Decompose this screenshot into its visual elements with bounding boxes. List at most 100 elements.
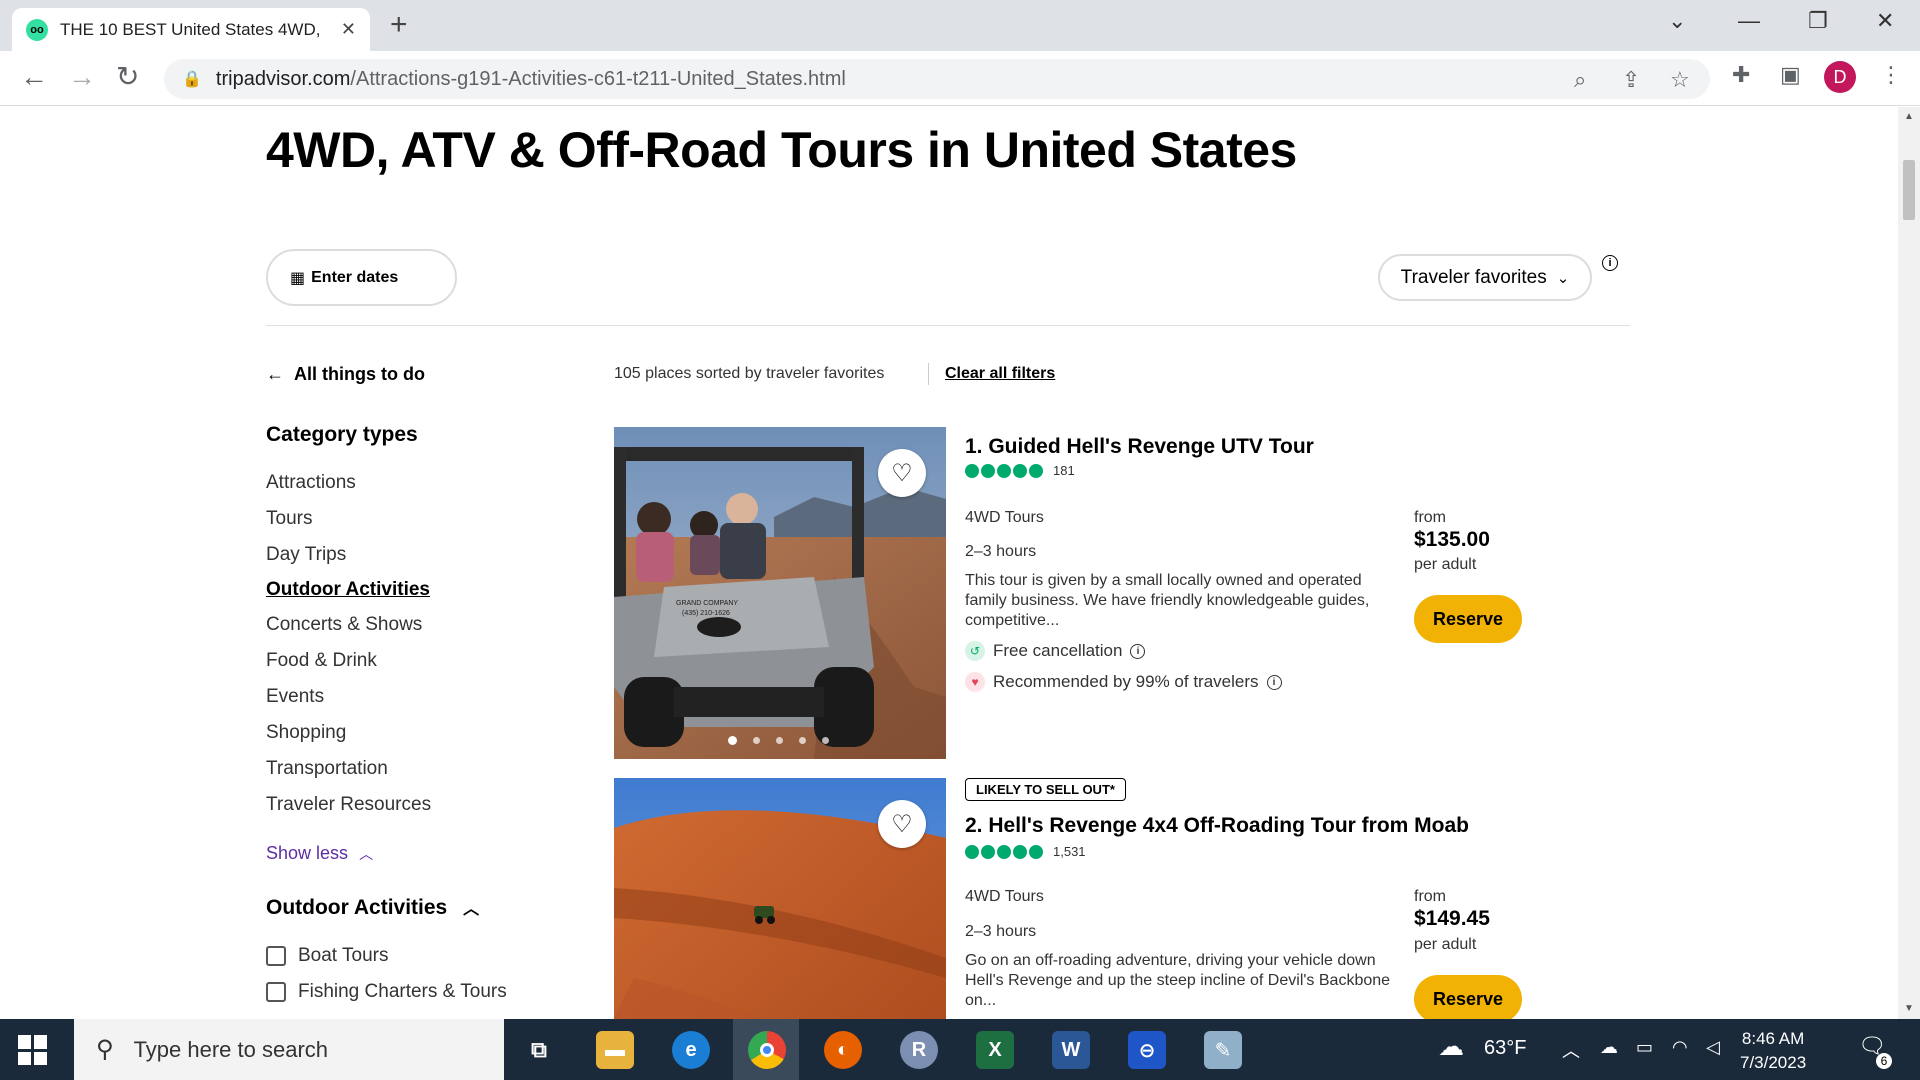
windows-start-icon[interactable]	[18, 1035, 48, 1065]
filter-checkbox-boat-tours[interactable]: Boat Tours	[266, 945, 388, 967]
save-heart-icon[interactable]: ♡	[878, 449, 926, 497]
photo-carousel-dots[interactable]	[728, 736, 829, 745]
category-day-trips[interactable]: Day Trips	[266, 544, 346, 566]
info-icon[interactable]: i	[1130, 643, 1146, 659]
rating-bubbles[interactable]: 1,531	[965, 844, 1086, 859]
tab-search-chevron-icon[interactable]: ⌄	[1668, 8, 1686, 34]
close-tab-icon[interactable]: ✕	[341, 19, 356, 40]
zoom-icon[interactable]: ⌕	[1574, 67, 1586, 93]
recommended-percentage: ♥ Recommended by 99% of travelers i	[965, 672, 1282, 692]
file-explorer-icon[interactable]: ▬	[596, 1031, 634, 1069]
review-count: 1,531	[1053, 844, 1086, 859]
volume-icon[interactable]: ◁	[1706, 1037, 1720, 1058]
browser-menu-icon[interactable]: ⋮	[1880, 62, 1902, 88]
battery-icon[interactable]: ▭	[1636, 1037, 1653, 1058]
category-food-drink[interactable]: Food & Drink	[266, 650, 377, 672]
listing-card[interactable]: ♡ LIKELY TO SELL OUT* 2. Hell's Revenge …	[614, 778, 1634, 1019]
profile-avatar[interactable]: D	[1824, 61, 1856, 93]
category-attractions[interactable]: Attractions	[266, 472, 356, 494]
sort-dropdown[interactable]: Traveler favorites ⌄	[1378, 254, 1592, 301]
category-tours[interactable]: Tours	[266, 508, 312, 530]
page-scrollbar[interactable]: ▲ ▼	[1898, 107, 1920, 1019]
svg-text:GRAND COMPANY: GRAND COMPANY	[676, 600, 738, 607]
category-transportation[interactable]: Transportation	[266, 758, 388, 780]
checkbox[interactable]	[266, 946, 286, 966]
notification-count-badge: 6	[1876, 1053, 1892, 1069]
system-clock[interactable]: 8:46 AM 7/3/2023	[1740, 1027, 1806, 1075]
listing-photo-offroad[interactable]: ♡	[614, 778, 946, 1019]
weather-cloud-icon[interactable]: ☁	[1438, 1031, 1464, 1062]
bookmark-star-icon[interactable]: ☆	[1670, 67, 1690, 93]
weather-temperature[interactable]: 63°F	[1484, 1037, 1526, 1060]
listing-photo-utv[interactable]: GRAND COMPANY (435) 210-1626 ♡	[614, 427, 946, 759]
windows-taskbar: ⚲ Type here to search ⧉ ▬ e ◐ R X W ⊖ ✎ …	[0, 1019, 1920, 1080]
reload-icon[interactable]: ↻	[116, 62, 139, 92]
search-icon: ⚲	[96, 1036, 114, 1063]
price-from-label: from	[1414, 888, 1446, 905]
clear-all-filters-link[interactable]: Clear all filters	[945, 365, 1055, 383]
chrome-browser-icon[interactable]	[748, 1031, 786, 1069]
taskbar-search-box[interactable]: ⚲ Type here to search	[74, 1019, 504, 1080]
r-app-icon[interactable]: R	[900, 1031, 938, 1069]
task-view-icon[interactable]: ⧉	[520, 1031, 558, 1069]
listing-duration: 2–3 hours	[965, 543, 1037, 560]
outdoor-activities-filter-heading[interactable]: Outdoor Activities ︿	[266, 895, 479, 920]
save-heart-icon[interactable]: ♡	[878, 800, 926, 848]
calendar-icon: ▦	[290, 269, 306, 287]
side-panel-icon[interactable]: ▣	[1780, 62, 1801, 88]
filter-checkbox-fishing-charters[interactable]: Fishing Charters & Tours	[266, 981, 507, 1003]
price-unit: per adult	[1414, 936, 1477, 953]
reserve-button[interactable]: Reserve	[1414, 595, 1522, 643]
address-bar[interactable]: 🔒 tripadvisor.com/Attractions-g191-Activ…	[164, 59, 1710, 99]
info-icon[interactable]: i	[1602, 255, 1618, 271]
divider	[266, 325, 1630, 326]
extensions-puzzle-icon[interactable]: ✚	[1732, 62, 1750, 88]
chevron-up-icon: ︿	[359, 846, 374, 862]
firefox-browser-icon[interactable]: ◐	[824, 1031, 862, 1069]
likely-to-sell-out-badge: LIKELY TO SELL OUT*	[965, 778, 1126, 801]
listing-card[interactable]: GRAND COMPANY (435) 210-1626 ♡ 1. Guided…	[614, 427, 1634, 759]
show-less-link[interactable]: Show less ︿	[266, 843, 373, 864]
scroll-up-arrow-icon[interactable]: ▲	[1904, 111, 1914, 122]
chevron-down-icon: ⌄	[1556, 269, 1570, 287]
price-unit: per adult	[1414, 556, 1477, 573]
category-outdoor-activities[interactable]: Outdoor Activities	[266, 579, 430, 601]
divider	[928, 363, 929, 385]
all-things-to-do-link[interactable]: ← All things to do	[266, 364, 425, 385]
edge-browser-icon[interactable]: e	[672, 1031, 710, 1069]
enter-dates-button[interactable]: ▦ Enter dates	[266, 249, 457, 306]
paint-app-icon[interactable]: ✎	[1204, 1031, 1242, 1069]
wifi-icon[interactable]: ◠	[1672, 1037, 1688, 1058]
meeting-app-icon[interactable]: ⊖	[1128, 1031, 1166, 1069]
tab-title: THE 10 BEST United States 4WD,	[60, 19, 321, 39]
word-icon[interactable]: W	[1052, 1031, 1090, 1069]
info-icon[interactable]: i	[1266, 674, 1282, 690]
cancellation-clock-icon: ↺	[965, 641, 985, 661]
browser-tab[interactable]: oo THE 10 BEST United States 4WD, ✕	[12, 8, 370, 51]
reserve-button[interactable]: Reserve	[1414, 975, 1522, 1019]
category-concerts-shows[interactable]: Concerts & Shows	[266, 614, 422, 636]
forward-arrow-icon[interactable]: →	[68, 62, 96, 92]
excel-icon[interactable]: X	[976, 1031, 1014, 1069]
lock-icon[interactable]: 🔒	[182, 69, 202, 89]
rating-bubbles[interactable]: 181	[965, 463, 1075, 478]
onedrive-icon[interactable]: ☁	[1600, 1037, 1618, 1058]
minimize-button[interactable]: —	[1738, 8, 1760, 34]
hidden-icons-chevron-icon[interactable]: ︿	[1562, 1037, 1580, 1063]
scroll-down-arrow-icon[interactable]: ▼	[1904, 1003, 1914, 1014]
url-text: tripadvisor.com/Attractions-g191-Activit…	[215, 67, 846, 90]
listing-title[interactable]: 1. Guided Hell's Revenge UTV Tour	[965, 435, 1314, 459]
listing-title[interactable]: 2. Hell's Revenge 4x4 Off-Roading Tour f…	[965, 814, 1469, 838]
category-traveler-resources[interactable]: Traveler Resources	[266, 794, 431, 816]
scrollbar-thumb[interactable]	[1903, 160, 1915, 220]
checkbox[interactable]	[266, 982, 286, 1002]
listing-type: 4WD Tours	[965, 888, 1044, 905]
back-arrow-icon[interactable]: ←	[20, 62, 48, 92]
category-events[interactable]: Events	[266, 686, 324, 708]
new-tab-button[interactable]: +	[390, 10, 408, 40]
close-window-button[interactable]: ✕	[1876, 8, 1894, 34]
category-shopping[interactable]: Shopping	[266, 722, 346, 744]
restore-button[interactable]: ❐	[1808, 8, 1828, 34]
share-icon[interactable]: ⇪	[1622, 67, 1640, 93]
listing-duration: 2–3 hours	[965, 923, 1037, 940]
